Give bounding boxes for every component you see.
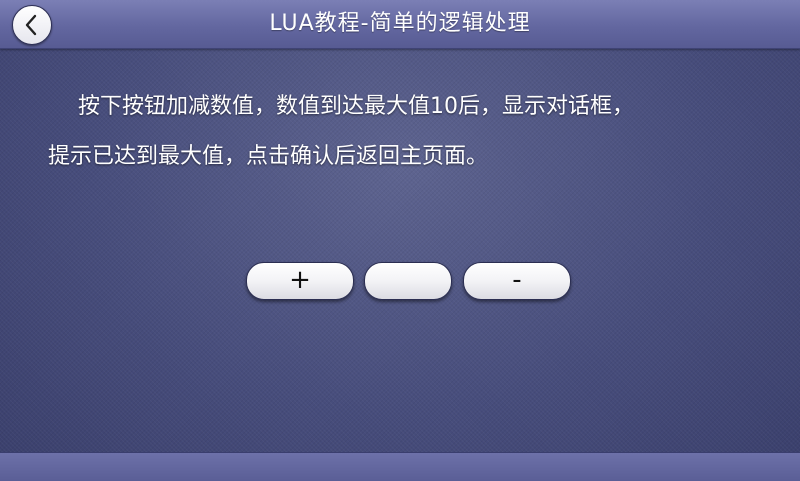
- back-button[interactable]: [12, 5, 52, 45]
- value-display-button[interactable]: [364, 262, 452, 300]
- instruction-line-2: 提示已达到最大值，点击确认后返回主页面。: [48, 144, 489, 169]
- increment-button[interactable]: +: [246, 262, 354, 300]
- decrement-button[interactable]: -: [463, 262, 571, 300]
- app-screen: LUA教程-简单的逻辑处理 按下按钮加减数值，数值到达最大值10后，显示对话框，…: [0, 0, 800, 481]
- title-bar: LUA教程-简单的逻辑处理: [0, 0, 800, 49]
- instruction-text: 按下按钮加减数值，数值到达最大值10后，显示对话框， 提示已达到最大值，点击确认…: [48, 82, 768, 182]
- instruction-line-1: 按下按钮加减数值，数值到达最大值10后，显示对话框，: [78, 94, 634, 119]
- page-title: LUA教程-简单的逻辑处理: [269, 11, 531, 36]
- bottom-bar: [0, 452, 800, 481]
- chevron-left-icon: [22, 13, 42, 37]
